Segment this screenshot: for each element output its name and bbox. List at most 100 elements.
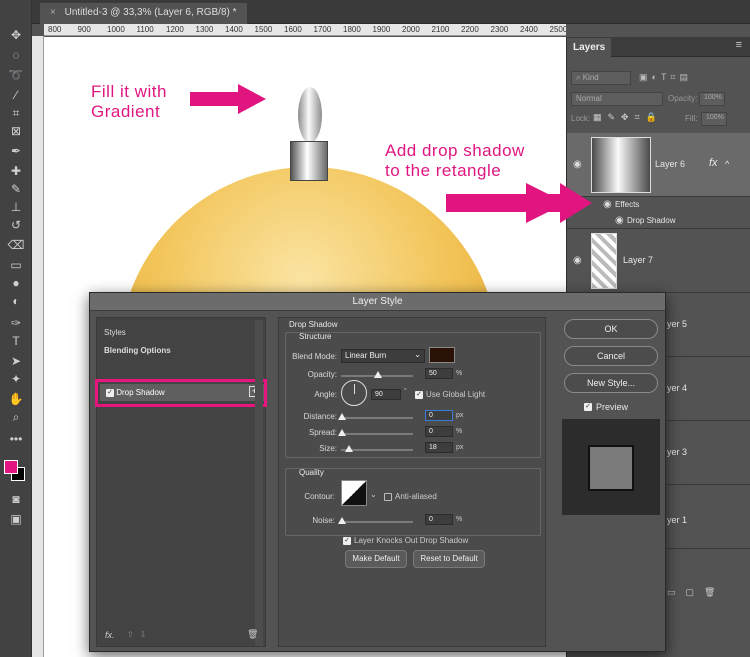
lock-icons[interactable]: ▦✎✥⌗🔒 xyxy=(593,112,663,123)
section-title: Drop Shadow xyxy=(289,320,338,329)
layers-footer-icons[interactable]: ▭▢🗑 xyxy=(667,587,725,598)
annotation-line: Fill it with xyxy=(91,82,167,101)
move-icon[interactable]: ✥ xyxy=(6,26,26,44)
preview-checkbox[interactable]: ✓ xyxy=(584,403,592,411)
shape-icon[interactable]: ✦ xyxy=(6,370,26,388)
ok-button[interactable]: OK xyxy=(564,319,658,339)
marquee-icon[interactable]: ◌ xyxy=(6,46,26,64)
layer-row[interactable]: ◉ Layer 7 xyxy=(567,229,750,293)
cancel-button[interactable]: Cancel xyxy=(564,346,658,366)
knocks-out-label: Layer Knocks Out Drop Shadow xyxy=(354,536,469,545)
effects-row[interactable]: ◉ Effects xyxy=(567,197,750,213)
blend-mode-select[interactable]: Normal xyxy=(571,92,663,106)
gradient-icon[interactable]: ▭ xyxy=(6,256,26,274)
angle-input[interactable]: 90 xyxy=(371,389,401,400)
healing-icon[interactable]: ✚ xyxy=(6,162,26,180)
contour-preview[interactable] xyxy=(341,480,367,506)
path-select-icon[interactable]: ➤ xyxy=(6,352,26,370)
foreground-color-swatch[interactable] xyxy=(4,460,18,474)
preview-label: Preview xyxy=(596,402,629,412)
size-slider-thumb[interactable] xyxy=(345,445,353,452)
shadow-color-swatch[interactable] xyxy=(429,347,455,363)
quality-group xyxy=(285,468,541,536)
eye-icon[interactable]: ◉ xyxy=(615,215,624,226)
pen-icon[interactable]: ✑ xyxy=(6,314,26,332)
anti-aliased-checkbox[interactable] xyxy=(384,493,392,501)
blend-mode-select[interactable]: Linear Burn ⌄ xyxy=(341,349,425,363)
ruler-tick: 2100 xyxy=(431,25,450,34)
eye-icon[interactable]: ◉ xyxy=(573,159,582,170)
fill-label: Fill: xyxy=(685,114,698,123)
type-icon[interactable]: T xyxy=(6,332,26,350)
noise-input[interactable]: 0 xyxy=(425,514,453,525)
layer-row[interactable]: ◉ Layer 6 fx ^ xyxy=(567,133,750,197)
annotation-drop-shadow: Add drop shadow to the retangle xyxy=(385,141,525,181)
lasso-icon[interactable]: ➰ xyxy=(6,66,26,84)
stamp-icon[interactable]: ⊥ xyxy=(6,198,26,216)
screen-mode-icon[interactable]: ▣ xyxy=(6,510,26,528)
angle-dial[interactable] xyxy=(341,380,367,406)
eyedropper-icon[interactable]: ✒ xyxy=(6,142,26,160)
effect-drop-shadow-row[interactable]: ◉ Drop Shadow xyxy=(567,213,750,229)
eraser-icon[interactable]: ⌫ xyxy=(6,236,26,254)
brush-icon[interactable]: ✎ xyxy=(6,180,26,198)
document-tab[interactable]: × Untitled-3 @ 33,3% (Layer 6, RGB/8) * xyxy=(40,3,247,24)
styles-header[interactable]: Styles xyxy=(104,328,126,337)
opacity-slider-thumb[interactable] xyxy=(374,371,382,378)
ruler-tick: 1700 xyxy=(313,25,332,34)
spread-slider[interactable] xyxy=(341,433,413,435)
quick-mask-icon[interactable]: ◙ xyxy=(6,490,26,508)
blending-options-item[interactable]: Blending Options xyxy=(104,346,171,355)
noise-slider[interactable] xyxy=(341,521,413,523)
distance-label: Distance: xyxy=(303,412,337,421)
distance-input[interactable]: 0 xyxy=(425,410,453,421)
frame-icon[interactable]: ⊠ xyxy=(6,122,26,140)
opacity-input[interactable]: 50 xyxy=(425,368,453,379)
distance-slider[interactable] xyxy=(341,417,413,419)
new-style-button[interactable]: New Style... xyxy=(564,373,658,393)
filter-kind-select[interactable]: ⌕ Kind xyxy=(571,71,631,85)
layers-tab[interactable]: Layers xyxy=(567,38,612,58)
size-input[interactable]: 18 xyxy=(425,442,453,453)
filter-icons[interactable]: ▣◐T⌗▤ xyxy=(639,72,692,83)
unit-px: px xyxy=(456,444,464,451)
trash-icon[interactable]: 🗑 xyxy=(247,629,258,640)
ruler-tick: 1400 xyxy=(225,25,243,34)
opacity-input[interactable]: 100% xyxy=(699,92,725,106)
fill-input[interactable]: 100% xyxy=(701,112,727,126)
global-light-checkbox[interactable]: ✓ xyxy=(415,391,423,399)
panel-menu-icon[interactable]: ≡ xyxy=(736,39,742,51)
reset-default-button[interactable]: Reset to Default xyxy=(413,550,485,568)
eye-icon[interactable]: ◉ xyxy=(573,255,582,266)
fx-icon[interactable]: fx xyxy=(709,157,718,169)
eye-icon[interactable]: ◉ xyxy=(603,199,612,210)
distance-slider-thumb[interactable] xyxy=(338,413,346,420)
knocks-out-checkbox[interactable]: ✓ xyxy=(343,537,351,545)
dodge-icon[interactable]: ◐ xyxy=(6,292,26,310)
more-icon[interactable]: ••• xyxy=(6,430,26,448)
move-arrows-icon[interactable]: ⇧⇩ xyxy=(127,630,152,639)
history-brush-icon[interactable]: ↺ xyxy=(6,216,26,234)
arrow-head-icon xyxy=(520,183,592,223)
ruler-tick: 2400 xyxy=(520,25,538,34)
effects-label: Effects xyxy=(615,200,640,209)
spread-slider-thumb[interactable] xyxy=(338,429,346,436)
drop-shadow-settings: Drop Shadow Structure Blend Mode: Linear… xyxy=(278,317,546,647)
make-default-button[interactable]: Make Default xyxy=(345,550,407,568)
fx-icon[interactable]: fx. xyxy=(105,630,115,640)
blur-icon[interactable]: ● xyxy=(6,274,26,292)
zoom-icon[interactable]: ⌕ xyxy=(6,408,26,426)
crop-icon[interactable]: ⌗ xyxy=(6,104,26,122)
collapse-icon[interactable]: ^ xyxy=(725,159,729,169)
magic-wand-icon[interactable]: ⁄ xyxy=(6,86,26,104)
ornament-flame-shape xyxy=(298,87,322,143)
layers-panel-header: Layers ≡ xyxy=(567,37,750,58)
hand-icon[interactable]: ✋ xyxy=(6,390,26,408)
close-tab-icon[interactable]: × xyxy=(50,7,56,18)
lock-row: Lock: ▦✎✥⌗🔒 Fill: 100% xyxy=(567,110,750,128)
annotation-line: Add drop shadow xyxy=(385,141,525,160)
noise-slider-thumb[interactable] xyxy=(338,517,346,524)
chevron-down-icon[interactable]: ⌄ xyxy=(370,490,377,499)
scrollbar[interactable] xyxy=(255,320,263,646)
spread-input[interactable]: 0 xyxy=(425,426,453,437)
